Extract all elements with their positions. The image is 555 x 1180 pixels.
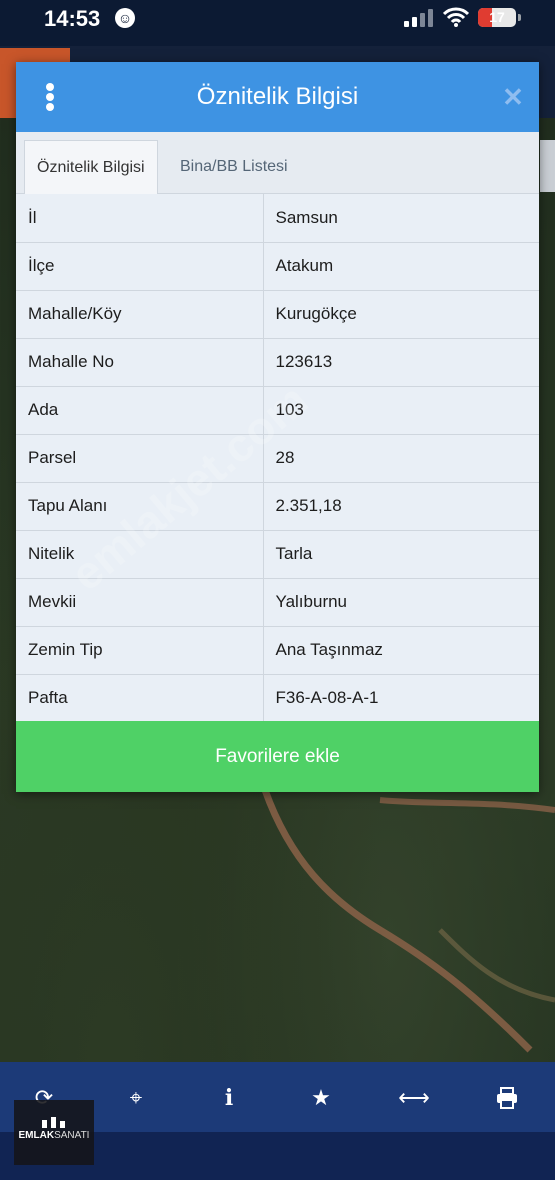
cellular-signal-icon <box>404 9 433 27</box>
table-row: Mahalle/Köy Kurugökçe <box>16 290 539 339</box>
logo-text: EMLAKSANATI <box>18 1130 90 1141</box>
status-bar: 14:53 ☺ 17 <box>0 0 555 46</box>
table-row: Tapu Alanı 2.351,18 <box>16 482 539 531</box>
attribute-key: Mahalle No <box>16 338 264 387</box>
table-row: İlçe Atakum <box>16 242 539 291</box>
tab-attribute-info[interactable]: Öznitelik Bilgisi <box>24 140 158 194</box>
table-row: Pafta F36-A-08-A-1 <box>16 674 539 723</box>
dialog-header: Öznitelik Bilgisi ✕ <box>16 62 539 132</box>
attribute-key: Zemin Tip <box>16 626 264 675</box>
attribute-value: 28 <box>263 434 539 483</box>
dialog-tabs: Öznitelik Bilgisi Bina/BB Listesi <box>16 132 539 194</box>
star-icon[interactable]: ★ <box>303 1080 339 1116</box>
add-to-favorites-button[interactable]: Favorilere ekle <box>16 721 539 792</box>
focus-mode-icon: ☺ <box>115 8 135 28</box>
logo-bars-icon <box>42 1117 65 1128</box>
attribute-key: İlçe <box>16 242 264 291</box>
attribute-key: İl <box>16 194 264 243</box>
dialog-title: Öznitelik Bilgisi <box>196 83 359 110</box>
battery-level: 17 <box>489 9 505 25</box>
attribute-value: Ana Taşınmaz <box>263 626 539 675</box>
attribute-value: Samsun <box>263 194 539 243</box>
status-time: 14:53 <box>44 6 101 31</box>
battery-cap <box>518 14 521 21</box>
locate-icon[interactable]: ⌖ <box>118 1080 154 1116</box>
table-row: Zemin Tip Ana Taşınmaz <box>16 626 539 675</box>
side-panel-edge <box>540 140 555 192</box>
info-icon[interactable]: i <box>211 1080 247 1116</box>
wifi-icon <box>443 7 469 27</box>
attribute-key: Mahalle/Köy <box>16 290 264 339</box>
attribute-key: Mevkii <box>16 578 264 627</box>
tab-building-list[interactable]: Bina/BB Listesi <box>168 140 300 194</box>
attribute-key: Pafta <box>16 674 264 723</box>
table-row: İl Samsun <box>16 194 539 243</box>
measure-icon[interactable]: ⟷ <box>396 1080 432 1116</box>
attribute-value: Tarla <box>263 530 539 579</box>
attribute-value: 123613 <box>263 338 539 387</box>
more-options-icon[interactable] <box>40 82 60 112</box>
attribute-value: Yalıburnu <box>263 578 539 627</box>
attribute-table: İl Samsun İlçe Atakum Mahalle/Köy Kurugökçe Ma… <box>16 194 539 723</box>
attribute-value: Kurugökçe <box>263 290 539 339</box>
print-icon[interactable] <box>489 1080 525 1116</box>
attribute-value: Atakum <box>263 242 539 291</box>
attribute-value: 2.351,18 <box>263 482 539 531</box>
battery-icon: 17 <box>478 8 516 27</box>
close-icon[interactable]: ✕ <box>500 84 526 110</box>
attribute-value: F36-A-08-A-1 <box>263 674 539 723</box>
emlak-sanati-logo: EMLAKSANATI <box>14 1100 94 1165</box>
